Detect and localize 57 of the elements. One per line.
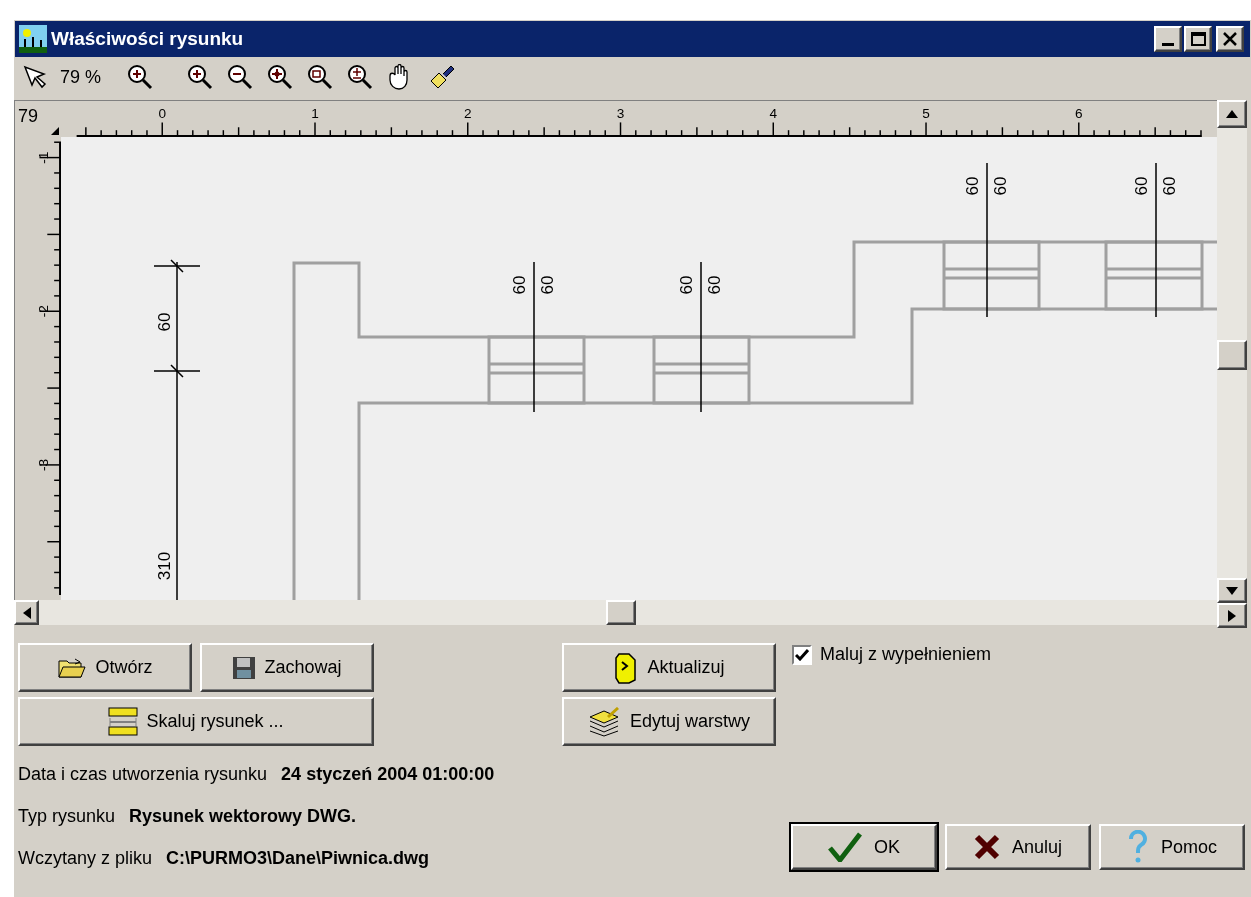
info-label: Data i czas utworzenia rysunku	[18, 763, 268, 786]
maximize-button[interactable]	[1184, 26, 1212, 52]
scrollbar-thumb[interactable]	[606, 600, 636, 625]
pointer-icon[interactable]	[22, 64, 48, 90]
toolbar-button[interactable]: Zachowaj	[200, 643, 374, 692]
dimension-label: 60	[705, 275, 725, 295]
info-value: Rysunek wektorowy DWG.	[129, 805, 357, 828]
info-label: Typ rysunku	[18, 805, 116, 828]
dimension-label: 60	[991, 176, 1011, 196]
dialog-button[interactable]: Anuluj	[945, 824, 1091, 870]
toolbar-button[interactable]: Skaluj rysunek ...	[18, 697, 374, 746]
horizontal-scrollbar[interactable]	[14, 600, 1217, 625]
zoom-plus-minus-icon[interactable]	[346, 63, 374, 91]
toolbar-button[interactable]: Edytuj warstwy	[562, 697, 776, 746]
cross-icon	[973, 834, 1000, 860]
info-label: Wczytany z pliku	[18, 847, 153, 870]
zoom-level: 79 %	[60, 65, 103, 89]
question-mark-icon	[1127, 830, 1149, 864]
zoom-in-icon[interactable]	[186, 63, 214, 91]
app-icon	[19, 25, 47, 53]
dimension-label: 60	[510, 275, 530, 295]
dimension-label: 60	[1132, 176, 1152, 196]
close-icon	[1223, 32, 1237, 46]
zoom-out-icon[interactable]	[226, 63, 254, 91]
close-button[interactable]	[1216, 26, 1244, 52]
brush-icon[interactable]	[428, 63, 456, 91]
scroll-up-icon	[1226, 110, 1238, 118]
zoom-fit-icon[interactable]	[266, 63, 294, 91]
layers-icon	[587, 706, 622, 737]
dialog-button[interactable]: Pomoc	[1099, 824, 1245, 870]
scrollbar-thumb[interactable]	[1217, 340, 1247, 370]
checkmark-icon	[828, 832, 862, 862]
info-value: 24 styczeń 2004 01:00:00	[281, 763, 495, 786]
scroll-right-icon	[1228, 609, 1236, 622]
info-value: C:\PURMO3\Dane\Piwnica.dwg	[166, 847, 430, 870]
dimension-label: 60	[677, 275, 697, 295]
corner-triangle-icon	[51, 127, 59, 135]
ruler-icon	[108, 706, 139, 737]
scroll-down-icon	[1226, 586, 1238, 595]
toolbar-button[interactable]: Aktualizuj	[562, 643, 776, 692]
dimension-label: 60	[538, 275, 558, 295]
ruler-scale-label: 79	[18, 107, 39, 125]
dimension-label: 60	[963, 176, 983, 196]
dimension-label: 60	[1160, 176, 1180, 196]
dimension-label: 60	[155, 312, 175, 332]
checkbox-label: Maluj z wypełnieniem	[820, 645, 992, 663]
folder-icon	[57, 656, 88, 679]
vertical-scrollbar[interactable]	[1217, 100, 1247, 628]
dimension-label: 310	[155, 551, 175, 581]
scroll-left-icon	[22, 606, 31, 619]
minimize-button[interactable]	[1154, 26, 1182, 52]
zoom-in-icon[interactable]	[126, 63, 154, 91]
toolbar-button[interactable]: Otwórz	[18, 643, 192, 692]
checkbox[interactable]	[792, 645, 812, 665]
zoom-window-icon[interactable]	[306, 63, 334, 91]
window-title: Właściwości rysunku	[51, 26, 245, 51]
dialog-button[interactable]: OK	[791, 824, 937, 870]
